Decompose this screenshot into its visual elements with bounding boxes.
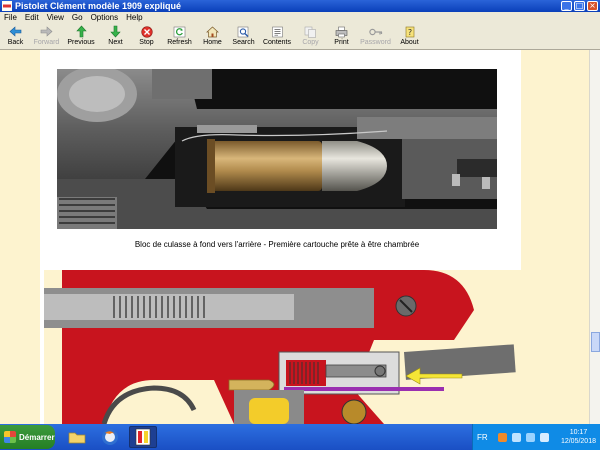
update-tray-icon[interactable]	[525, 432, 535, 442]
up-arrow-icon	[74, 25, 88, 38]
home-icon	[206, 25, 220, 38]
copy-icon	[304, 25, 318, 38]
password-button[interactable]: Password	[357, 23, 394, 49]
search-label: Search	[232, 39, 255, 46]
search-icon	[237, 25, 251, 38]
print-label: Print	[334, 39, 349, 46]
breech-photo	[57, 69, 497, 229]
folder-icon	[68, 432, 86, 444]
copy-button[interactable]: Copy	[295, 23, 326, 49]
stop-button[interactable]: Stop	[131, 23, 162, 49]
right-page-margin	[521, 50, 589, 424]
menu-file[interactable]: File	[0, 13, 21, 22]
menu-help[interactable]: Help	[122, 13, 146, 22]
toolbar: Back Forward Previous Next Stop Refresh …	[0, 23, 600, 50]
left-page-margin	[0, 50, 40, 424]
maximize-button[interactable]: □	[574, 1, 585, 11]
document-app-icon	[135, 428, 151, 446]
menu-edit[interactable]: Edit	[21, 13, 43, 22]
close-button[interactable]: ×	[587, 1, 598, 11]
clock-date: 12/05/2018	[560, 438, 596, 445]
home-label: Home	[203, 39, 222, 46]
forward-button[interactable]: Forward	[31, 23, 62, 49]
about-label: About	[400, 39, 419, 46]
network-tray-icon[interactable]	[511, 432, 521, 442]
about-icon: ?	[403, 25, 417, 38]
forward-label: Forward	[33, 39, 60, 46]
previous-button[interactable]: Previous	[62, 23, 100, 49]
menu-view[interactable]: View	[43, 13, 68, 22]
forward-arrow-icon	[40, 25, 54, 38]
start-button[interactable]: Démarrer	[0, 425, 55, 449]
start-label: Démarrer	[19, 432, 55, 442]
back-arrow-icon	[9, 25, 23, 38]
copy-label: Copy	[302, 39, 319, 46]
printer-icon	[335, 25, 349, 38]
language-indicator[interactable]: FR	[477, 433, 488, 442]
vertical-scrollbar[interactable]	[589, 50, 600, 424]
windows-flag-icon	[4, 431, 16, 443]
system-tray: FR 10:17 12/05/2018	[472, 424, 600, 450]
svg-text:?: ?	[407, 28, 411, 37]
previous-label: Previous	[67, 39, 95, 46]
next-label: Next	[108, 39, 123, 46]
next-button[interactable]: Next	[100, 23, 131, 49]
refresh-icon	[173, 25, 187, 38]
window-title: Pistolet Clément modèle 1909 expliqué	[15, 1, 182, 11]
app-icon	[2, 1, 12, 11]
password-label: Password	[360, 39, 391, 46]
clock-time: 10:17	[569, 429, 588, 436]
menu-go[interactable]: Go	[68, 13, 87, 22]
volume-tray-icon[interactable]	[539, 432, 549, 442]
search-button[interactable]: Search	[228, 23, 259, 49]
refresh-label: Refresh	[167, 39, 192, 46]
window-title-bar: Pistolet Clément modèle 1909 expliqué _ …	[0, 0, 600, 12]
taskbar-folder-app[interactable]	[63, 426, 91, 448]
down-arrow-icon	[109, 25, 123, 38]
key-icon	[368, 25, 383, 38]
about-button[interactable]: ? About	[394, 23, 425, 49]
refresh-button[interactable]: Refresh	[162, 23, 197, 49]
taskbar: Démarrer FR 10:17 12/05/2018	[0, 424, 600, 450]
contents-label: Contents	[262, 39, 292, 46]
minimize-button[interactable]: _	[561, 1, 572, 11]
contents-button[interactable]: Contents	[259, 23, 295, 49]
contents-icon	[270, 25, 284, 38]
stop-label: Stop	[139, 39, 154, 46]
back-button[interactable]: Back	[0, 23, 31, 49]
taskbar-browser-app[interactable]	[96, 426, 124, 448]
menu-options[interactable]: Options	[87, 13, 123, 22]
taskbar-document-app[interactable]	[129, 426, 157, 448]
browser-icon	[102, 429, 118, 445]
document-view[interactable]: Bloc de culasse à fond vers l'arrière - …	[0, 50, 600, 424]
photo-caption: Bloc de culasse à fond vers l'arrière - …	[134, 240, 420, 249]
clock[interactable]: 10:17 12/05/2018	[561, 428, 596, 446]
scrollbar-thumb[interactable]	[591, 332, 600, 352]
menu-bar: File Edit View Go Options Help	[0, 12, 600, 23]
print-button[interactable]: Print	[326, 23, 357, 49]
stop-icon	[140, 25, 154, 38]
security-tray-icon[interactable]	[497, 432, 507, 442]
cutaway-diagram	[44, 270, 522, 424]
back-label: Back	[7, 39, 24, 46]
home-button[interactable]: Home	[197, 23, 228, 49]
